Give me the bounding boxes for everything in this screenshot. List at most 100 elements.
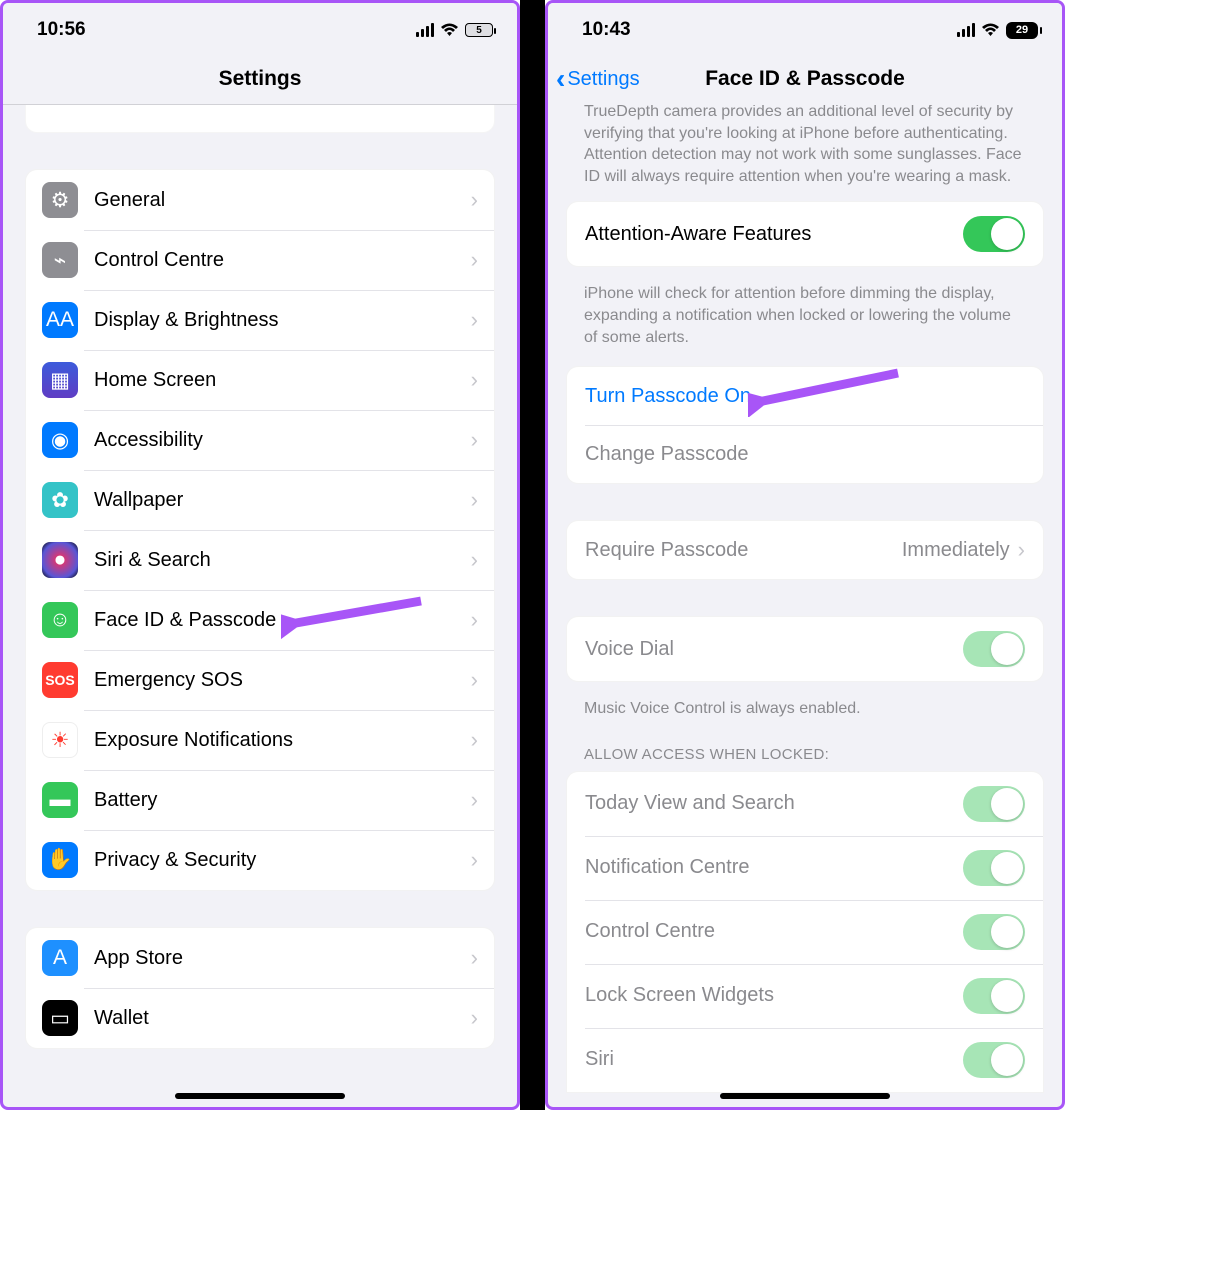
priv-icon: ✋ (42, 842, 78, 878)
settings-row-batt[interactable]: ▬Battery› (26, 770, 494, 830)
settings-screen: 10:56 5 Settings ⚙General› ⌁ Control Centr… (0, 0, 520, 1110)
require-passcode-section: Require Passcode Immediately › (566, 520, 1044, 580)
passcode-content[interactable]: TrueDepth camera provides an additional … (548, 105, 1062, 1107)
voice-dial-section: Voice Dial (566, 616, 1044, 682)
settings-row-sos[interactable]: SOS Emergency SOS› (26, 650, 494, 710)
settings-row-label: Emergency SOS (94, 669, 471, 692)
settings-row-label: Exposure Notifications (94, 729, 471, 752)
allow-access-row[interactable]: Lock Screen Widgets (567, 964, 1043, 1028)
cellular-signal-icon (416, 23, 435, 37)
allow-access-row[interactable]: Notification Centre (567, 836, 1043, 900)
allow-access-section: Today View and Search Notification Centre… (566, 771, 1044, 1093)
back-button[interactable]: ‹ Settings (556, 65, 640, 93)
settings-row-label: Control Centre (94, 249, 471, 272)
home-indicator[interactable] (720, 1093, 890, 1099)
batt-icon: ▬ (42, 782, 78, 818)
allow-access-toggle[interactable] (963, 914, 1025, 950)
allow-access-toggle[interactable] (963, 786, 1025, 822)
chevron-right-icon: › (471, 787, 478, 813)
settings-row-label: App Store (94, 947, 471, 970)
wifi-icon (981, 23, 1000, 37)
attention-features-section: Attention-Aware Features (566, 201, 1044, 267)
page-title: Settings (219, 67, 302, 91)
allow-access-row[interactable]: Control Centre (567, 900, 1043, 964)
settings-row-label: Privacy & Security (94, 849, 471, 872)
partial-previous-section (25, 105, 495, 133)
turn-passcode-on-label: Turn Passcode On (585, 385, 1025, 408)
battery-icon: 5 (465, 23, 493, 37)
status-bar: 10:43 29 (548, 3, 1062, 53)
chevron-right-icon: › (471, 607, 478, 633)
settings-row-label: Home Screen (94, 369, 471, 392)
siri-icon: ● (42, 542, 78, 578)
passcode-section: Turn Passcode On Change Passcode (566, 366, 1044, 484)
status-time: 10:56 (37, 19, 86, 41)
control-icon: ⌁ (42, 242, 78, 278)
settings-row-label: General (94, 189, 471, 212)
settings-content[interactable]: ⚙General›⌁Control Centre›AADisplay & Bri… (3, 105, 517, 1107)
attention-aware-row[interactable]: Attention-Aware Features (567, 202, 1043, 266)
allow-access-toggle[interactable] (963, 850, 1025, 886)
chevron-right-icon: › (1018, 537, 1025, 563)
chevron-right-icon: › (471, 667, 478, 693)
chevron-left-icon: ‹ (556, 65, 565, 93)
chevron-right-icon: › (471, 187, 478, 213)
settings-row-display[interactable]: AADisplay & Brightness› (26, 290, 494, 350)
require-passcode-row[interactable]: Require Passcode Immediately › (567, 521, 1043, 579)
allow-access-label: Siri (585, 1048, 963, 1071)
wifi-icon (440, 23, 459, 37)
chevron-right-icon: › (471, 247, 478, 273)
turn-passcode-on-row[interactable]: Turn Passcode On (567, 367, 1043, 425)
settings-row-control[interactable]: ⌁ Control Centre› (26, 230, 494, 290)
settings-row-label: Face ID & Passcode (94, 609, 471, 632)
change-passcode-label: Change Passcode (585, 443, 1025, 466)
settings-row-label: Wallpaper (94, 489, 471, 512)
settings-row-label: Accessibility (94, 429, 471, 452)
settings-row-acc[interactable]: ◉Accessibility› (26, 410, 494, 470)
allow-access-label: Lock Screen Widgets (585, 984, 963, 1007)
status-time: 10:43 (582, 19, 631, 41)
allow-access-row[interactable]: Today View and Search (567, 772, 1043, 836)
chevron-right-icon: › (471, 1005, 478, 1031)
settings-row-siri[interactable]: ● Siri & Search› (26, 530, 494, 590)
allow-access-label: Today View and Search (585, 792, 963, 815)
settings-group-general: ⚙General›⌁Control Centre›AADisplay & Bri… (25, 169, 495, 891)
settings-row-exp[interactable]: ☀Exposure Notifications› (26, 710, 494, 770)
settings-row-label: Wallet (94, 1007, 471, 1030)
allow-access-row[interactable]: Siri (567, 1028, 1043, 1092)
chevron-right-icon: › (471, 427, 478, 453)
voice-dial-toggle[interactable] (963, 631, 1025, 667)
settings-row-wallet[interactable]: ▭ Wallet› (26, 988, 494, 1048)
allow-access-toggle[interactable] (963, 978, 1025, 1014)
allow-access-label: Control Centre (585, 920, 963, 943)
voice-dial-row[interactable]: Voice Dial (567, 617, 1043, 681)
chevron-right-icon: › (471, 547, 478, 573)
settings-row-appstore[interactable]: A App Store› (26, 928, 494, 988)
change-passcode-row[interactable]: Change Passcode (567, 425, 1043, 483)
settings-row-face[interactable]: ☺Face ID & Passcode› (26, 590, 494, 650)
status-indicators: 29 (957, 22, 1039, 39)
sos-icon: SOS (42, 662, 78, 698)
allow-access-toggle[interactable] (963, 1042, 1025, 1078)
settings-row-priv[interactable]: ✋ Privacy & Security› (26, 830, 494, 890)
home-indicator[interactable] (175, 1093, 345, 1099)
status-indicators: 5 (416, 23, 494, 37)
settings-row-gear[interactable]: ⚙General› (26, 170, 494, 230)
chevron-right-icon: › (471, 847, 478, 873)
page-title: Face ID & Passcode (705, 67, 905, 91)
settings-row-label: Siri & Search (94, 549, 471, 572)
nav-bar: Settings (3, 53, 517, 105)
attention-aware-toggle[interactable] (963, 216, 1025, 252)
chevron-right-icon: › (471, 487, 478, 513)
attention-aware-label: Attention-Aware Features (585, 223, 963, 246)
chevron-right-icon: › (471, 307, 478, 333)
chevron-right-icon: › (471, 727, 478, 753)
wallet-icon: ▭ (42, 1000, 78, 1036)
chevron-right-icon: › (471, 945, 478, 971)
display-icon: AA (42, 302, 78, 338)
require-passcode-value: Immediately (902, 539, 1010, 562)
settings-row-wall[interactable]: ✿Wallpaper› (26, 470, 494, 530)
appstore-icon: A (42, 940, 78, 976)
battery-icon: 29 (1006, 22, 1038, 39)
settings-row-home[interactable]: ▦Home Screen› (26, 350, 494, 410)
